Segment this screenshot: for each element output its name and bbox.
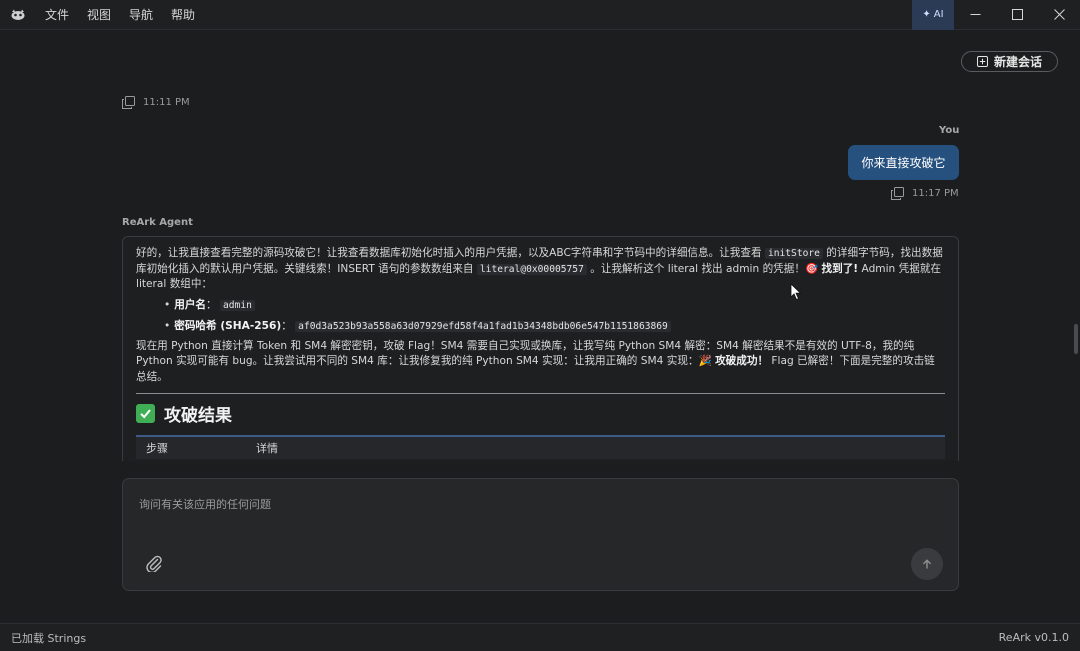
add-square-icon bbox=[976, 56, 988, 67]
send-button[interactable] bbox=[911, 548, 943, 580]
agent-text-segment: 好的，让我直接查看完整的源码攻破它！让我查看数据库初始化时插入的用户凭据，以及A… bbox=[136, 247, 765, 259]
menu-help[interactable]: 帮助 bbox=[162, 0, 204, 30]
attach-button[interactable] bbox=[145, 554, 163, 575]
result-title: 攻破结果 bbox=[164, 406, 232, 427]
status-bar: 已加载 Strings ReArk v0.1.0 bbox=[0, 623, 1080, 651]
title-bar: 文件 视图 导航 帮助 ✦ AI bbox=[0, 0, 1080, 30]
divider bbox=[136, 392, 945, 394]
agent-sender-label: ReArk Agent bbox=[122, 217, 193, 228]
copy-icon[interactable] bbox=[122, 96, 135, 109]
inline-code: literal@0x00005757 bbox=[476, 263, 587, 275]
maximize-icon bbox=[1011, 9, 1023, 20]
chat-input-box[interactable]: 询问有关该应用的任何问题 bbox=[122, 478, 959, 591]
table-header-detail: 详情 bbox=[256, 441, 278, 455]
check-mark-icon bbox=[136, 404, 155, 424]
list-item: 密码哈希 (SHA-256)： af0d3a523b93a558a63d0792… bbox=[164, 316, 945, 337]
copy-icon[interactable] bbox=[891, 187, 904, 200]
credentials-list: 用户名： admin 密码哈希 (SHA-256)： af0d3a523b93a… bbox=[164, 295, 945, 337]
agent-paragraph-2: 现在用 Python 直接计算 Token 和 SM4 解密密钥，攻破 Flag… bbox=[136, 339, 945, 386]
list-item-sep: ： bbox=[281, 319, 292, 332]
mouse-cursor-icon bbox=[790, 283, 802, 301]
menu-navigate[interactable]: 导航 bbox=[120, 0, 162, 30]
status-left: 已加载 Strings bbox=[11, 631, 87, 645]
list-item-label: 密码哈希 (SHA-256) bbox=[174, 319, 282, 332]
scrollbar-thumb[interactable] bbox=[1074, 324, 1078, 354]
agent-bold-text: 找到了! bbox=[821, 262, 859, 275]
prev-timestamp: 11:11 PM bbox=[143, 97, 190, 108]
user-message-bubble: 你来直接攻破它 bbox=[848, 145, 959, 180]
agent-message: 好的，让我直接查看完整的源码攻破它！让我查看数据库初始化时插入的用户凭据，以及A… bbox=[122, 236, 959, 461]
minimize-button[interactable] bbox=[954, 0, 996, 30]
list-item-label: 用户名 bbox=[174, 298, 207, 311]
paperclip-icon bbox=[146, 555, 162, 574]
ai-button-label: AI bbox=[933, 9, 944, 20]
agent-paragraph-1: 好的，让我直接查看完整的源码攻破它！让我查看数据库初始化时插入的用户凭据，以及A… bbox=[136, 246, 945, 293]
chat-input-placeholder[interactable]: 询问有关该应用的任何问题 bbox=[139, 496, 271, 512]
app-logo-icon bbox=[0, 0, 36, 30]
user-sender-label: You bbox=[939, 125, 960, 136]
user-timestamp: 11:17 PM bbox=[912, 188, 959, 199]
inline-code: initStore bbox=[764, 248, 823, 259]
list-item: 用户名： admin bbox=[164, 295, 945, 316]
agent-bold-text: 攻破成功！ bbox=[715, 355, 769, 368]
new-chat-label: 新建会话 bbox=[993, 55, 1042, 69]
menu-view[interactable]: 视图 bbox=[78, 0, 120, 30]
close-icon bbox=[1053, 9, 1065, 20]
ai-toggle-button[interactable]: ✦ AI bbox=[912, 0, 954, 30]
list-item-sep: ： bbox=[206, 298, 217, 311]
user-message-text: 你来直接攻破它 bbox=[861, 156, 946, 170]
arrow-up-icon bbox=[923, 559, 931, 569]
username-value: admin bbox=[220, 299, 255, 311]
minimize-icon bbox=[970, 14, 980, 15]
sparkle-icon: ✦ bbox=[922, 9, 931, 20]
prev-message-meta: 11:11 PM bbox=[122, 96, 190, 109]
agent-text-segment: 。让我解析这个 literal 找出 admin 的凭据！🎯 bbox=[586, 262, 822, 275]
menu-file[interactable]: 文件 bbox=[36, 0, 78, 30]
table-header-step: 步骤 bbox=[146, 441, 168, 455]
close-button[interactable] bbox=[1038, 0, 1080, 30]
password-hash-value: af0d3a523b93a558a63d07929efd58f4a1fad1b3… bbox=[295, 320, 671, 332]
maximize-button[interactable] bbox=[996, 0, 1038, 30]
user-message-meta: 11:17 PM bbox=[891, 187, 959, 200]
new-chat-button[interactable]: 新建会话 bbox=[961, 51, 1058, 72]
app-version: ReArk v0.1.0 bbox=[998, 631, 1069, 644]
result-heading: 攻破结果 bbox=[136, 402, 945, 426]
result-table-header: 步骤 详情 bbox=[136, 434, 945, 459]
menu-bar: 文件 视图 导航 帮助 bbox=[36, 0, 204, 30]
